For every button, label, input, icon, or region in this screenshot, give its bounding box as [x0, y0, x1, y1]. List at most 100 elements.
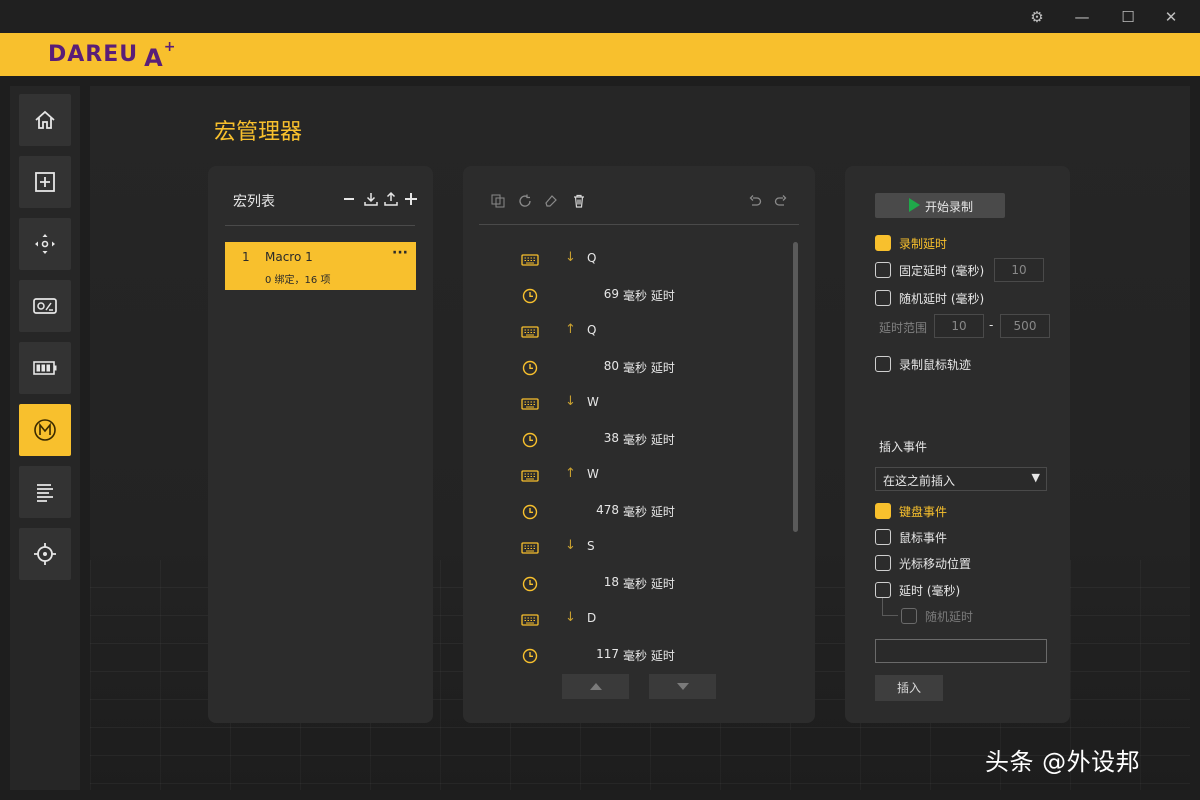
insert-position-value: 在这之前插入: [883, 474, 956, 488]
triangle-up-icon: [589, 683, 602, 690]
more-options-icon[interactable]: ···: [392, 245, 408, 261]
title-bar: ⚙ — ☐ ✕: [0, 0, 1200, 33]
move-up-button[interactable]: [562, 674, 629, 699]
keyboard-icon: [521, 470, 539, 482]
delay-unit: 毫秒 延时: [623, 433, 675, 447]
fixed-delay-input[interactable]: 10: [994, 258, 1044, 282]
cursor-move-checkbox[interactable]: [875, 555, 891, 571]
random-delay-checkbox[interactable]: [875, 290, 891, 306]
delay-event-row[interactable]: 69 毫秒 延时: [479, 278, 779, 314]
crosshair-icon: [34, 543, 56, 565]
logo-mark-plus: +: [163, 38, 177, 55]
minus-icon: [344, 198, 354, 200]
battery-icon: [33, 361, 57, 375]
delay-value: 80: [603, 359, 619, 373]
events-toolbar: [479, 190, 799, 225]
random-delay-sub-checkbox[interactable]: [901, 608, 917, 624]
maximize-button[interactable]: ☐: [1117, 6, 1139, 28]
close-button[interactable]: ✕: [1160, 6, 1182, 28]
fixed-delay-checkbox[interactable]: [875, 262, 891, 278]
triangle-down-icon: [676, 683, 689, 690]
page-title: 宏管理器: [214, 120, 303, 145]
logo-mark-letter: A: [144, 43, 164, 72]
keyboard-icon: [521, 398, 539, 410]
sidebar-item-dpi[interactable]: [19, 218, 71, 270]
clock-icon: [522, 432, 538, 448]
record-delay-checkbox[interactable]: [875, 235, 891, 251]
delay-value: 38: [603, 431, 619, 445]
range-min-input[interactable]: 10: [934, 314, 984, 338]
delay-value: 18: [603, 575, 619, 589]
chevron-down-icon: ▼: [1031, 471, 1040, 484]
redo-icon[interactable]: [773, 194, 789, 210]
key-event-row[interactable]: ↓ S: [479, 530, 779, 566]
keyboard-event-checkbox[interactable]: [875, 503, 891, 519]
key-event-row[interactable]: ↓ Q: [479, 242, 779, 278]
brand-bar: DAREU A+: [0, 33, 1200, 76]
minimize-button[interactable]: —: [1071, 6, 1093, 28]
key-event-row[interactable]: ↑ W: [479, 458, 779, 494]
delay-event-row[interactable]: 18 毫秒 延时: [479, 566, 779, 602]
keyboard-event-label: 键盘事件: [899, 505, 948, 519]
sidebar-item-macro[interactable]: [19, 404, 71, 456]
key-name: Q: [587, 251, 597, 265]
cursor-move-label: 光标移动位置: [899, 557, 972, 571]
sidebar-item-buttons[interactable]: [19, 156, 71, 208]
tree-connector: [882, 598, 898, 616]
delay-value: 69: [603, 287, 619, 301]
macro-summary: 0 绑定，16 项: [265, 275, 331, 286]
export-macro-button[interactable]: [383, 190, 399, 208]
settings-icon[interactable]: ⚙: [1026, 6, 1048, 28]
watermark: 头条 @外设邦: [985, 748, 1141, 776]
event-list-scrollbar[interactable]: [793, 242, 798, 532]
delay-event-row[interactable]: 478 毫秒 延时: [479, 494, 779, 530]
sidebar-item-sensor[interactable]: [19, 280, 71, 332]
clock-icon: [522, 288, 538, 304]
random-delay-label: 随机延时 (毫秒): [899, 292, 985, 306]
start-recording-button[interactable]: 开始录制: [875, 193, 1005, 218]
sidebar-item-home[interactable]: [19, 94, 71, 146]
undo-icon[interactable]: [747, 194, 763, 210]
key-direction: ↓: [565, 610, 576, 625]
eraser-icon[interactable]: [543, 194, 559, 210]
sidebar-item-lighting[interactable]: [19, 466, 71, 518]
macro-list-title: 宏列表: [233, 194, 275, 210]
move-down-button[interactable]: [649, 674, 716, 699]
mouse-event-checkbox[interactable]: [875, 529, 891, 545]
copy-icon[interactable]: [490, 194, 506, 210]
key-event-row[interactable]: ↓ D: [479, 602, 779, 638]
delay-unit: 毫秒 延时: [623, 505, 675, 519]
event-value-input[interactable]: [875, 639, 1047, 663]
add-macro-button[interactable]: [403, 190, 419, 208]
range-separator: -: [989, 318, 994, 332]
delay-unit: 毫秒 延时: [623, 577, 675, 591]
delay-event-label: 延时 (毫秒): [899, 584, 961, 598]
delay-event-row[interactable]: 38 毫秒 延时: [479, 422, 779, 458]
fixed-delay-label: 固定延时 (毫秒): [899, 264, 985, 278]
key-direction: ↓: [565, 394, 576, 409]
macro-list-header: 宏列表: [225, 190, 417, 226]
logo-mark: A+: [144, 38, 177, 72]
key-event-row[interactable]: ↑ Q: [479, 314, 779, 350]
remove-macro-button[interactable]: [341, 190, 357, 208]
macro-list-item[interactable]: 1 Macro 1 ··· 0 绑定，16 项: [225, 242, 416, 290]
insert-button[interactable]: 插入: [875, 675, 943, 701]
key-direction: ↓: [565, 538, 576, 553]
delay-event-checkbox[interactable]: [875, 582, 891, 598]
delete-icon[interactable]: [571, 194, 587, 210]
key-direction: ↑: [565, 466, 576, 481]
delay-event-row[interactable]: 117 毫秒 延时: [479, 638, 779, 674]
text-lines-icon: [37, 484, 53, 502]
sidebar-item-battery[interactable]: [19, 342, 71, 394]
insert-position-select[interactable]: 在这之前插入 ▼: [875, 467, 1047, 491]
refresh-icon[interactable]: [517, 194, 533, 210]
delay-unit: 毫秒 延时: [623, 361, 675, 375]
range-max-input[interactable]: 500: [1000, 314, 1050, 338]
record-mouse-checkbox[interactable]: [875, 356, 891, 372]
logo-text: DAREU: [48, 42, 139, 67]
delay-event-row[interactable]: 80 毫秒 延时: [479, 350, 779, 386]
key-direction: ↑: [565, 322, 576, 337]
key-event-row[interactable]: ↓ W: [479, 386, 779, 422]
import-macro-button[interactable]: [363, 190, 379, 208]
sidebar-item-settings[interactable]: [19, 528, 71, 580]
